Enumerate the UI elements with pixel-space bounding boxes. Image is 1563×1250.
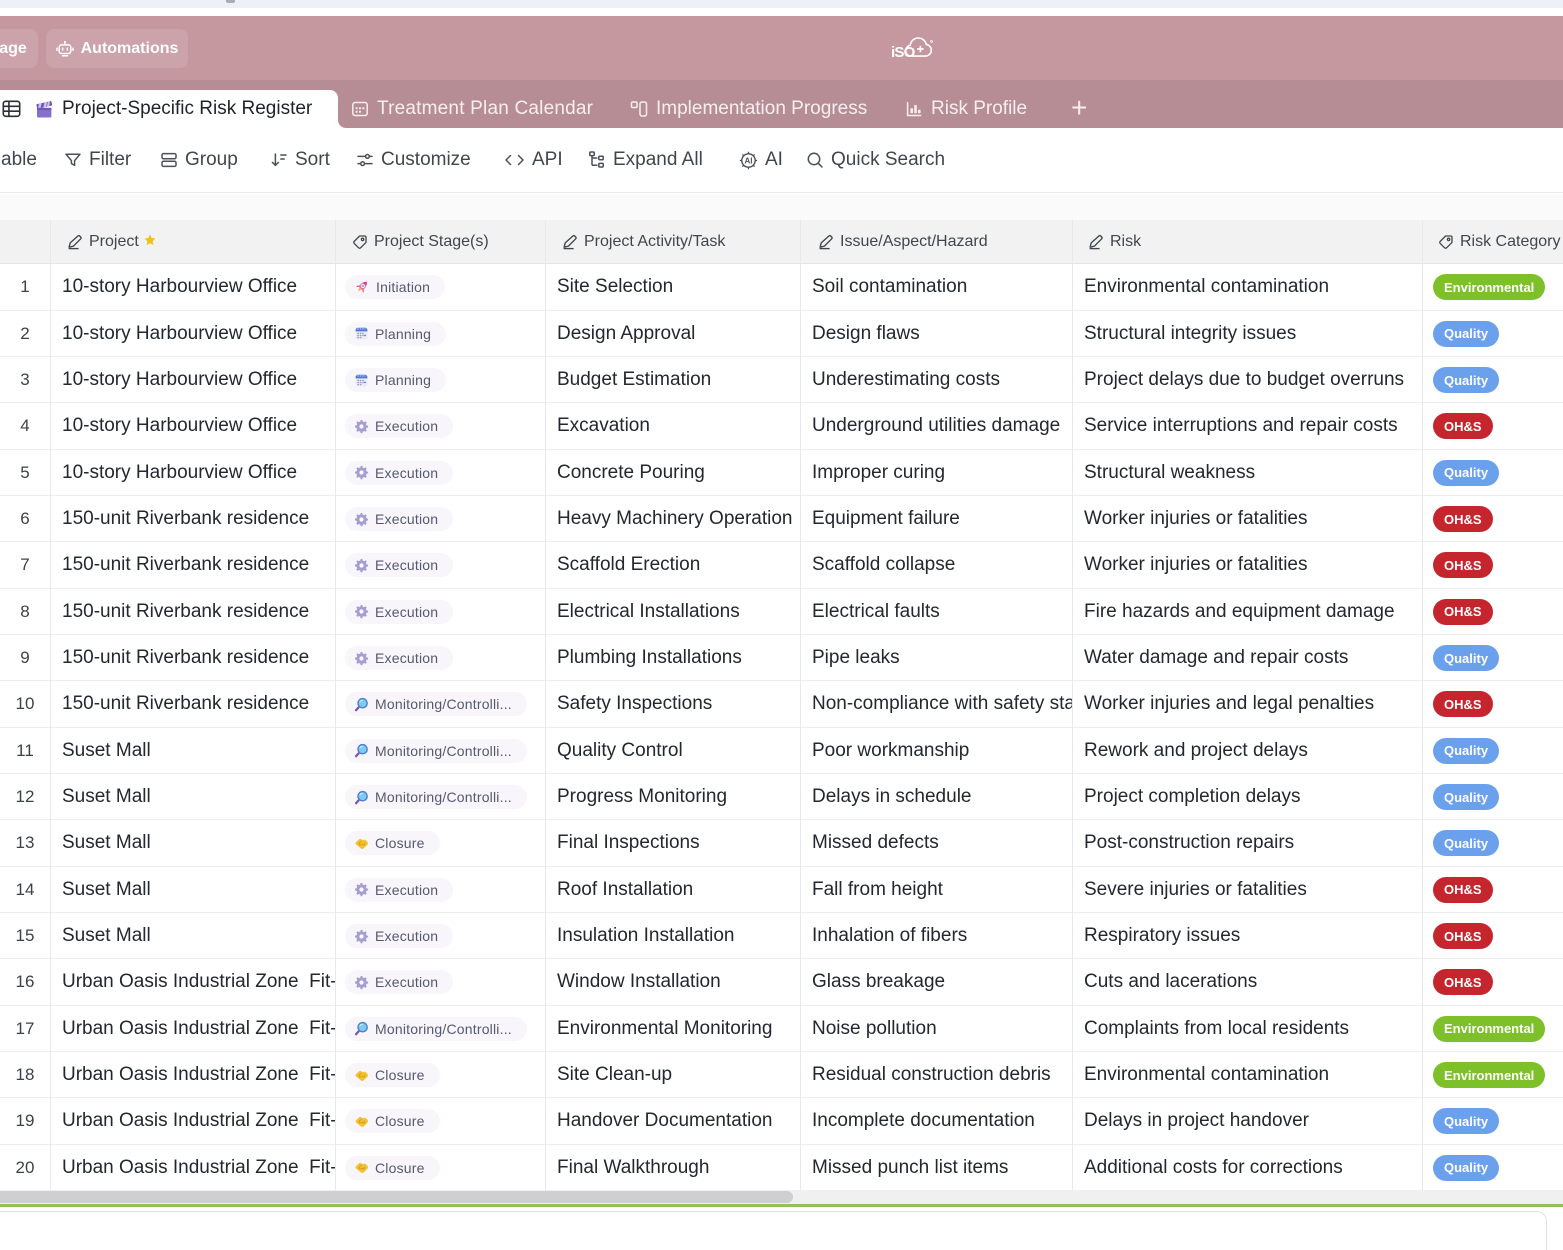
svg-text:AI: AI — [745, 156, 753, 165]
